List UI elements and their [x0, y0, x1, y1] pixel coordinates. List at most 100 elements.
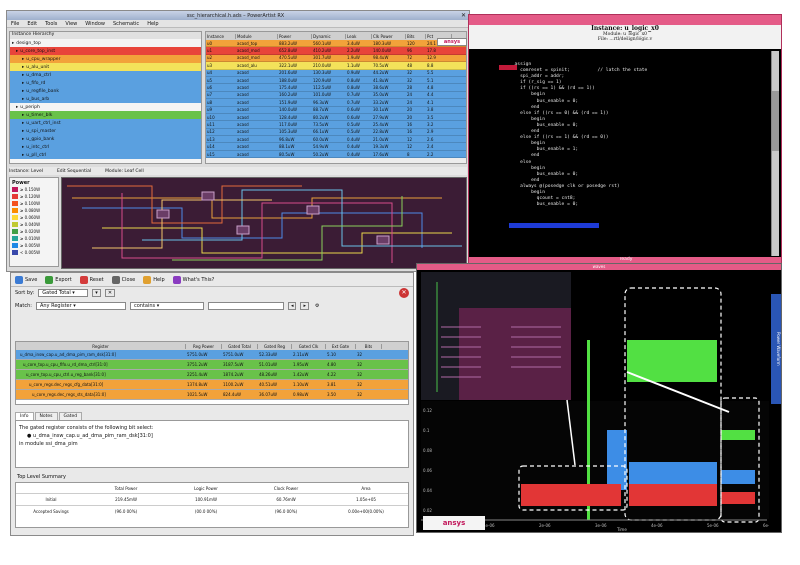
toolbar-button-help[interactable]: Help: [143, 275, 165, 284]
column-header[interactable]: Leak: [346, 33, 372, 39]
table-row[interactable]: u15 acasd 80.5uW 50.2uW 0.4uW 17.6uW 8 2.2: [206, 150, 466, 159]
toolbar-button-export[interactable]: Export: [45, 275, 72, 284]
tree-node[interactable]: ▸ u_dma_ctrl: [10, 71, 201, 79]
column-header[interactable]: Clk Power: [372, 33, 406, 39]
column-header[interactable]: Ext Gate: [326, 343, 356, 349]
schematic-canvas[interactable]: [61, 177, 467, 269]
close-icon[interactable]: ✕: [461, 12, 466, 19]
tree-node[interactable]: ▸ u_periph: [10, 103, 201, 111]
expand-icon[interactable]: ▸: [22, 81, 24, 86]
wave-side-tab[interactable]: Power Waveform: [771, 294, 781, 404]
column-header[interactable]: Register: [16, 343, 186, 349]
column-header[interactable]: Dynamic: [312, 33, 346, 39]
table-row[interactable]: u4 acasd 201.6uW 130.3uW 0.9uW 44.2uW 32 5.5: [206, 69, 466, 77]
expand-icon[interactable]: ▸: [22, 121, 24, 126]
column-header[interactable]: Gated Reg: [258, 343, 292, 349]
sort-order-icon[interactable]: ▾: [92, 289, 101, 297]
next-icon[interactable]: ▸: [300, 302, 309, 310]
toolbar-button-save[interactable]: Save: [15, 275, 37, 284]
expand-icon[interactable]: ▸: [16, 49, 18, 54]
table-row[interactable]: u3 acasd_alu 322.1uW 210.0uW 1.1uW 70.5uW 48 8.…: [206, 62, 466, 70]
tree-node[interactable]: ▸ u_core_top_inst: [10, 47, 201, 55]
expand-icon[interactable]: ▸: [16, 105, 18, 110]
waveform-plot[interactable]: 01e-062e-063e-064e-065e-066e-06 0.120.10…: [417, 270, 769, 532]
expand-icon[interactable]: ▸: [22, 65, 24, 70]
expand-icon[interactable]: ▸: [12, 41, 14, 46]
table-row[interactable]: u_core_regs.dec_regs_cfg_data[31:0] 1374.…: [16, 380, 408, 390]
tree-node[interactable]: ▸ u_cpu_wrapper: [10, 55, 201, 63]
expand-icon[interactable]: ▸: [22, 97, 24, 102]
tab-gated[interactable]: Gated: [58, 412, 83, 420]
table-row[interactable]: u5 acasd 188.0uW 120.9uW 0.8uW 41.8uW 32 5.1: [206, 76, 466, 85]
close-panel-icon[interactable]: ✕: [399, 288, 409, 298]
sort-select[interactable]: Gated Total ▾: [38, 289, 89, 297]
expand-icon[interactable]: ▸: [22, 113, 24, 118]
table-row[interactable]: u14 acasd 88.1uW 54.9uW 0.4uW 19.3uW 12 2.4: [206, 143, 466, 151]
table-row[interactable]: u_dma_insw_cap.u_ad_dma_pim_ram_dsk[31:0…: [16, 350, 408, 360]
menu-item-schematic[interactable]: Schematic: [113, 21, 139, 27]
code-text[interactable]: assign comreset = spinit; // latch the s…: [509, 62, 759, 252]
tab-info[interactable]: Info: [15, 412, 34, 420]
toolbar-button-reset[interactable]: Reset: [79, 275, 104, 284]
menu-item-view[interactable]: View: [65, 21, 77, 27]
schematic-toolbar-item[interactable]: Instance: Level: [9, 169, 43, 174]
tree-node[interactable]: ▸ u_pll_ctrl: [10, 151, 201, 159]
tree-node[interactable]: ▸ u_bus_arb: [10, 95, 201, 103]
schematic-toolbar-item[interactable]: Edit Sequential: [57, 169, 91, 174]
menu-item-window[interactable]: Window: [85, 21, 105, 27]
expand-icon[interactable]: ▸: [22, 89, 24, 94]
options-icon[interactable]: ⚙: [313, 303, 321, 309]
table-row[interactable]: u0 acasd_top 883.2uW 560.1uW 3.4uW 180.3uW 120…: [206, 40, 466, 48]
tree-node[interactable]: ▸ u_fifo_rd: [10, 79, 201, 87]
expand-icon[interactable]: ▸: [22, 129, 24, 134]
expand-icon[interactable]: ▸: [22, 137, 24, 142]
tree-node[interactable]: ▸ design_top: [10, 39, 201, 47]
toolbar-button-whatsthis[interactable]: What's This?: [172, 275, 214, 284]
table-row[interactable]: u10 acasd 128.4uW 80.2uW 0.6uW 27.9uW 20 3.5: [206, 113, 466, 122]
tree-node[interactable]: ▸ u_alu_unit: [10, 63, 201, 71]
window-titlebar[interactable]: ssc_hierarchical.h.ads – PowerArtist RX …: [7, 11, 469, 20]
column-header[interactable]: Bits: [406, 33, 426, 39]
column-header[interactable]: Power: [278, 33, 312, 39]
menu-item-tools[interactable]: Tools: [45, 21, 57, 27]
table-row[interactable]: u13 acasd 96.8uW 60.0uW 0.4uW 21.0uW 12 2.6: [206, 136, 466, 144]
table-row[interactable]: u9 acasd 140.0uW 88.7uW 0.6uW 30.1uW 20 3.8: [206, 106, 466, 114]
contains-select[interactable]: contains ▾: [129, 302, 204, 310]
table-row[interactable]: u2 acasd_mod 470.5uW 301.7uW 1.9uW 98.4uW 72 12…: [206, 54, 466, 63]
column-header[interactable]: Module: [236, 33, 278, 39]
column-header[interactable]: Gated Clk: [292, 343, 326, 349]
tree-node[interactable]: ▸ u_spi_master: [10, 127, 201, 135]
table-row[interactable]: u_core_regs.dec_regs_sts_data[31:0] 1021.…: [16, 390, 408, 400]
expand-icon[interactable]: ▸: [22, 73, 24, 78]
menu-item-file[interactable]: File: [11, 21, 19, 27]
tree-node[interactable]: ▸ u_uart_ctrl_inst: [10, 119, 201, 127]
tree-node[interactable]: ▸ u_regfile_bank: [10, 87, 201, 95]
column-header[interactable]: Reg Power: [186, 343, 222, 349]
menu-item-edit[interactable]: Edit: [27, 21, 37, 27]
tree-node[interactable]: ▸ u_intc_ctrl: [10, 143, 201, 151]
scroll-thumb[interactable]: [772, 91, 779, 151]
clear-icon[interactable]: ✕: [104, 289, 116, 297]
table-row[interactable]: u_core_top.u_cpu_ctrl.u_reg_bank[31:0] 22…: [16, 370, 408, 380]
toolbar-button-close[interactable]: Close: [111, 275, 135, 284]
table-row[interactable]: u8 acasd 151.9uW 96.3uW 0.7uW 33.2uW 24 4.1: [206, 99, 466, 107]
table-row[interactable]: u7 acasd 160.2uW 101.0uW 0.7uW 35.0uW 24 4.4: [206, 91, 466, 100]
prev-icon[interactable]: ◂: [287, 302, 297, 310]
table-row[interactable]: u1 acasd_mod 652.8uW 410.2uW 2.2uW 140.0uW 96 1…: [206, 47, 466, 55]
tree-node[interactable]: ▸ u_gpio_bank: [10, 135, 201, 143]
match-input[interactable]: [207, 302, 284, 310]
table-row[interactable]: u11 acasd 117.0uW 73.5uW 0.5uW 25.4uW 16 3.2: [206, 121, 466, 129]
table-row[interactable]: u_core_top.u_cpu_fifo.u_rd_dma_ctrl[31:0…: [16, 360, 408, 370]
table-row[interactable]: u12 acasd 105.3uW 66.1uW 0.5uW 22.8uW 16 2.9: [206, 128, 466, 137]
code-scrollbar[interactable]: [771, 51, 779, 256]
menu-item-help[interactable]: Help: [147, 21, 158, 27]
expand-icon[interactable]: ▸: [22, 145, 24, 150]
tree-node[interactable]: ▸ u_timer_blk: [10, 111, 201, 119]
match-select[interactable]: Any Register ▾: [35, 302, 126, 310]
tab-notes[interactable]: Notes: [34, 412, 58, 420]
column-header[interactable]: Gated Total: [222, 343, 258, 349]
expand-icon[interactable]: ▸: [22, 57, 24, 62]
expand-icon[interactable]: ▸: [22, 153, 24, 158]
column-header[interactable]: Bits: [356, 343, 382, 349]
table-row[interactable]: u6 acasd 175.4uW 112.5uW 0.8uW 38.6uW 28 4.8: [206, 84, 466, 92]
